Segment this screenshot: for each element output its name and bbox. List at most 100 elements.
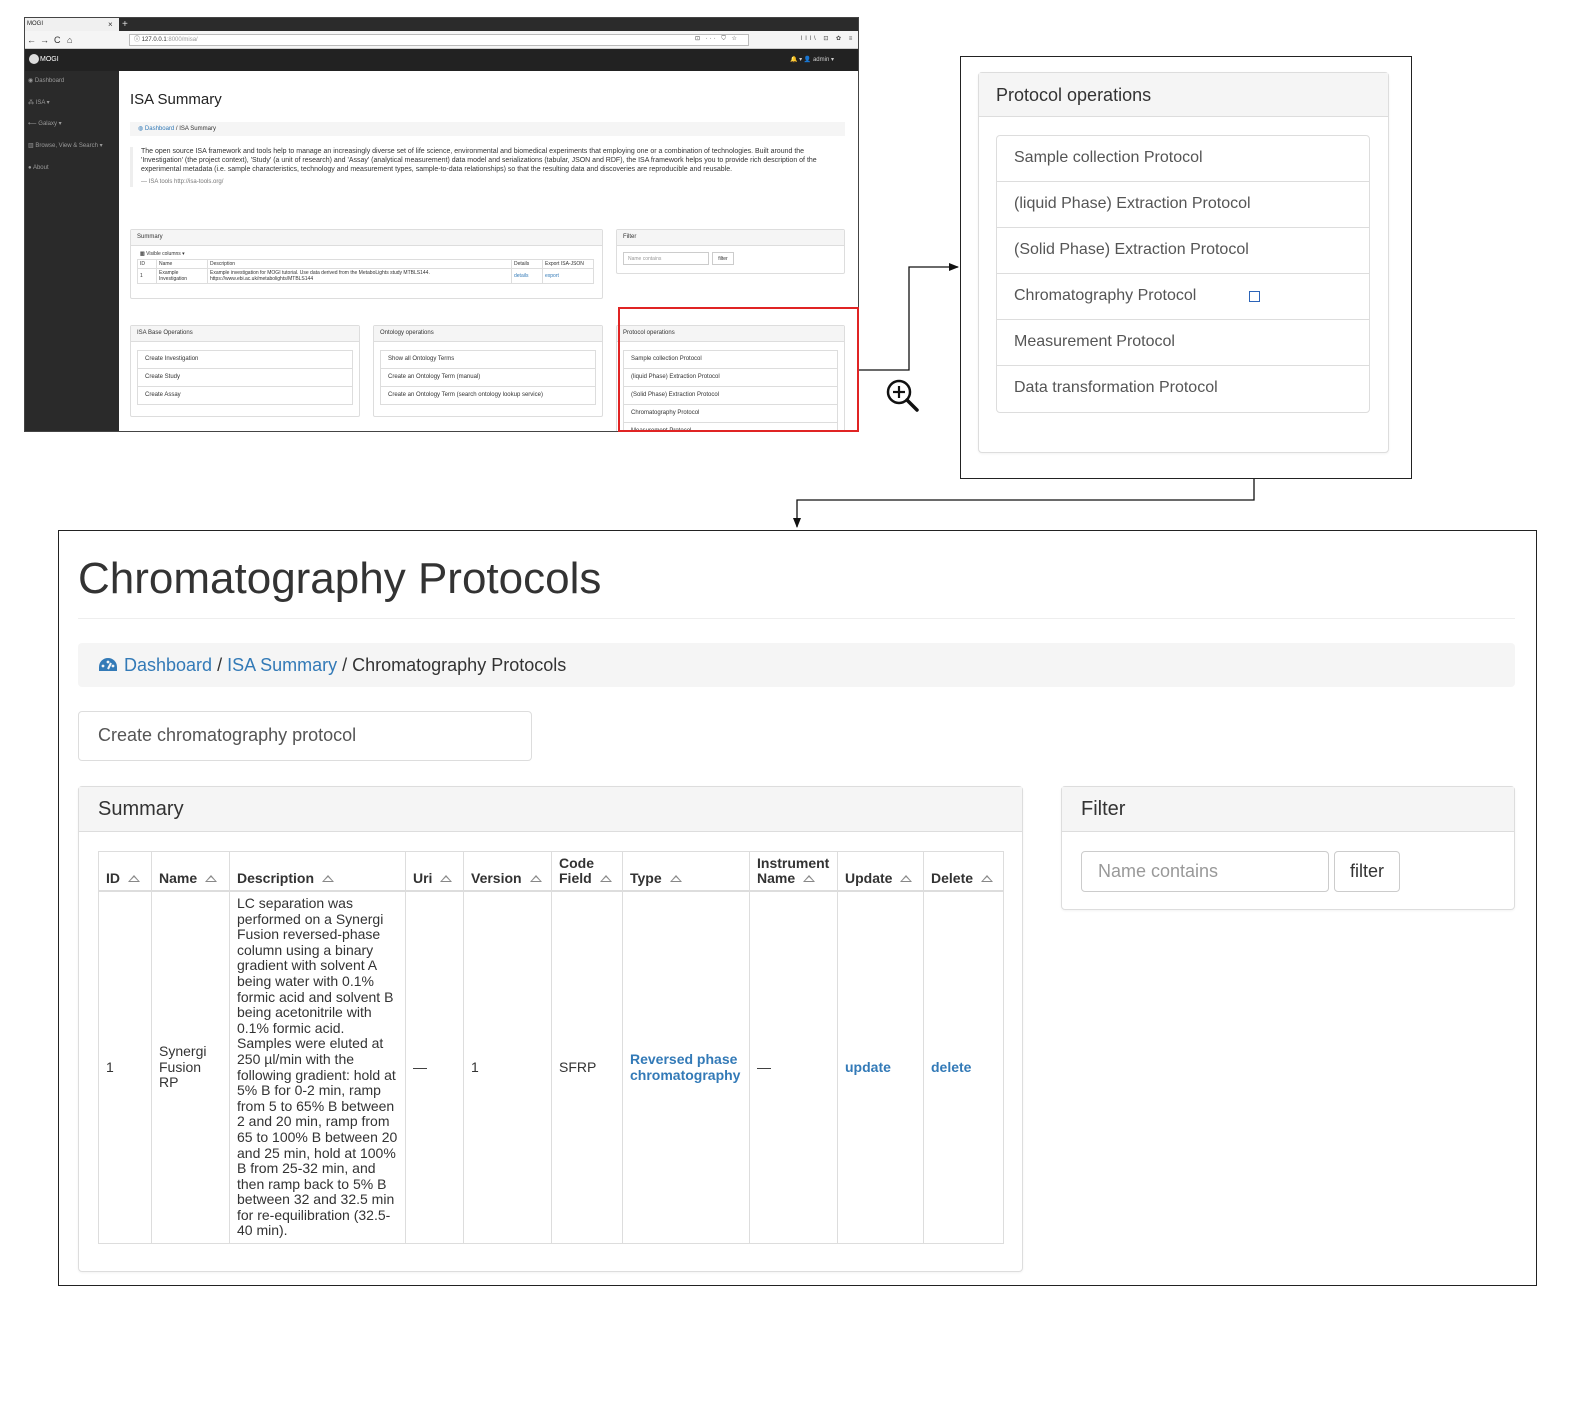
update-link[interactable]: update — [837, 890, 924, 1245]
type-link[interactable]: Reversed phase chromatography — [622, 890, 750, 1245]
reload-icon[interactable]: C — [54, 33, 61, 47]
name-filter-input[interactable]: Name contains — [1081, 851, 1329, 892]
sort-icon[interactable] — [529, 875, 542, 882]
col-header-label: Type — [630, 870, 662, 886]
sidebar-item-browse[interactable]: ▥ Browse, View & Search ▾ — [28, 142, 103, 151]
panel-heading: Filter — [617, 230, 844, 246]
sidebar-item-label: Galaxy ▾ — [38, 121, 62, 127]
breadcrumb-dashboard-link[interactable]: Dashboard — [124, 655, 212, 675]
mini-summary-panel: Summary ▥ Visible columns ▾ ID Name Desc… — [130, 229, 603, 299]
sort-icon[interactable] — [599, 875, 612, 882]
breadcrumb-current: Chromatography Protocols — [352, 655, 567, 675]
tab-close-icon[interactable]: × — [108, 18, 113, 31]
col-header-update[interactable]: Update — [837, 851, 924, 892]
zoom-in-icon — [886, 379, 919, 412]
col-header-instrument-name[interactable]: Instrument Name — [749, 851, 838, 892]
app-topbar: MOGI 🔔 ▾ 👤 admin ▾ — [25, 49, 858, 71]
breadcrumb-separator: / — [337, 655, 353, 675]
new-tab-button[interactable]: + — [122, 18, 128, 31]
table-row: 1 Synergi Fusion RP LC separation was pe… — [98, 890, 1004, 1245]
sort-icon[interactable] — [322, 875, 335, 882]
col-header[interactable]: Export ISA-JSON — [542, 259, 594, 269]
app-logo[interactable]: MOGI — [29, 53, 59, 67]
mini-filter-panel: Filter Name contains filter — [616, 229, 845, 274]
cell-name: Synergi Fusion RP — [151, 890, 230, 1245]
sort-icon[interactable] — [440, 875, 453, 882]
data-transformation-protocol-link[interactable]: Data transformation Protocol — [997, 366, 1369, 412]
page-title: Chromatography Protocols — [78, 554, 602, 603]
sidebar-item-isa[interactable]: ⁂ ISA ▾ — [28, 99, 50, 108]
delete-link[interactable]: delete — [923, 890, 1004, 1245]
quote-source: — ISA tools http://isa-tools.org/ — [141, 179, 224, 185]
create-ontology-term-manual-link[interactable]: Create an Ontology Term (manual) — [381, 369, 595, 387]
url-path: :8000/misa/ — [166, 37, 198, 43]
col-header[interactable]: ID — [137, 259, 157, 269]
col-header-name[interactable]: Name — [151, 851, 230, 892]
visible-columns-button[interactable]: ▥ Visible columns ▾ — [140, 251, 596, 257]
breadcrumb: Dashboard / ISA Summary / Chromatography… — [78, 643, 1515, 687]
export-link[interactable]: export — [542, 268, 594, 284]
col-header-delete[interactable]: Delete — [923, 851, 1004, 892]
sort-icon[interactable] — [981, 875, 994, 882]
measurement-protocol-link[interactable]: Measurement Protocol — [997, 320, 1369, 366]
chromatography-protocol-link[interactable]: Chromatography Protocol — [997, 274, 1369, 320]
col-header[interactable]: Description — [207, 259, 512, 269]
isa-base-operations-panel: ISA Base Operations Create Investigation… — [130, 325, 360, 417]
sidebar-item-galaxy[interactable]: ⟵ Galaxy ▾ — [28, 120, 62, 129]
col-header-label: Update — [845, 870, 893, 886]
forward-icon[interactable]: → — [40, 33, 49, 47]
home-icon[interactable]: ⌂ — [67, 33, 72, 47]
col-header-label: Delete — [931, 870, 974, 886]
browser-toolbar-icons[interactable]: lll\ ⊡ ✿ ≡ — [801, 34, 855, 45]
sort-icon[interactable] — [128, 875, 140, 882]
sidebar-item-label: Browse, View & Search ▾ — [35, 143, 103, 149]
col-header-id[interactable]: ID — [98, 851, 152, 892]
create-investigation-link[interactable]: Create Investigation — [138, 351, 352, 369]
sidebar-item-label: ISA ▾ — [35, 100, 50, 106]
cell-uri: — — [405, 890, 464, 1245]
breadcrumb: ◍ Dashboard / ISA Summary — [130, 122, 845, 136]
col-header-description[interactable]: Description — [229, 851, 406, 892]
filter-button[interactable]: filter — [1334, 851, 1400, 892]
col-header[interactable]: Details — [511, 259, 543, 269]
sort-icon[interactable] — [803, 875, 816, 882]
col-header[interactable]: Name — [156, 259, 208, 269]
sidebar-item-dashboard[interactable]: ◉ Dashboard — [28, 77, 64, 86]
col-header-uri[interactable]: Uri — [405, 851, 464, 892]
url-bar[interactable]: ⓘ 127.0.0.1:8000/misa/ — [129, 34, 749, 46]
browser-tab[interactable]: MOGI — [25, 18, 119, 31]
cell-instrument-name: — — [749, 890, 838, 1245]
details-link[interactable]: details — [511, 268, 543, 284]
operations-list: Create Investigation Create Study Create… — [137, 350, 353, 405]
breadcrumb-dashboard-link[interactable]: Dashboard — [145, 126, 174, 132]
sort-icon[interactable] — [205, 875, 218, 882]
show-ontology-terms-link[interactable]: Show all Ontology Terms — [381, 351, 595, 369]
create-chromatography-protocol-button[interactable]: Create chromatography protocol — [78, 711, 532, 761]
panel-heading: Protocol operations — [979, 73, 1388, 117]
user-menu[interactable]: 🔔 ▾ 👤 admin ▾ — [790, 55, 834, 65]
filter-button[interactable]: filter — [712, 252, 734, 265]
solid-extraction-protocol-link[interactable]: (Solid Phase) Extraction Protocol — [997, 228, 1369, 274]
chromatography-page-frame: Chromatography Protocols Dashboard / ISA… — [58, 530, 1537, 1286]
create-assay-link[interactable]: Create Assay — [138, 387, 352, 404]
filter-input[interactable]: Name contains — [623, 252, 709, 265]
col-header-code-field[interactable]: Code Field — [551, 851, 623, 892]
create-ontology-term-search-link[interactable]: Create an Ontology Term (search ontology… — [381, 387, 595, 404]
url-tools-icons[interactable]: ⊡ ··· ⛉ ☆ — [695, 34, 739, 45]
col-header-label: Code Field — [559, 855, 594, 886]
quote-text: The open source ISA framework and tools … — [141, 148, 817, 173]
sort-icon[interactable] — [669, 875, 682, 882]
sample-collection-protocol-link[interactable]: Sample collection Protocol — [997, 136, 1369, 182]
liquid-extraction-protocol-link[interactable]: (liquid Phase) Extraction Protocol — [997, 182, 1369, 228]
sidebar-item-label: Dashboard — [34, 78, 65, 84]
sort-icon[interactable] — [900, 875, 913, 882]
create-study-link[interactable]: Create Study — [138, 369, 352, 387]
col-header-label: Instrument Name — [757, 855, 830, 886]
sidebar-item-about[interactable]: ● About — [28, 164, 49, 173]
panel-heading: Filter — [1062, 787, 1514, 832]
back-icon[interactable]: ← — [27, 33, 36, 47]
col-header-type[interactable]: Type — [622, 851, 750, 892]
ontology-operations-panel: Ontology operations Show all Ontology Te… — [373, 325, 603, 417]
col-header-version[interactable]: Version — [463, 851, 552, 892]
breadcrumb-isa-summary-link[interactable]: ISA Summary — [227, 655, 337, 675]
